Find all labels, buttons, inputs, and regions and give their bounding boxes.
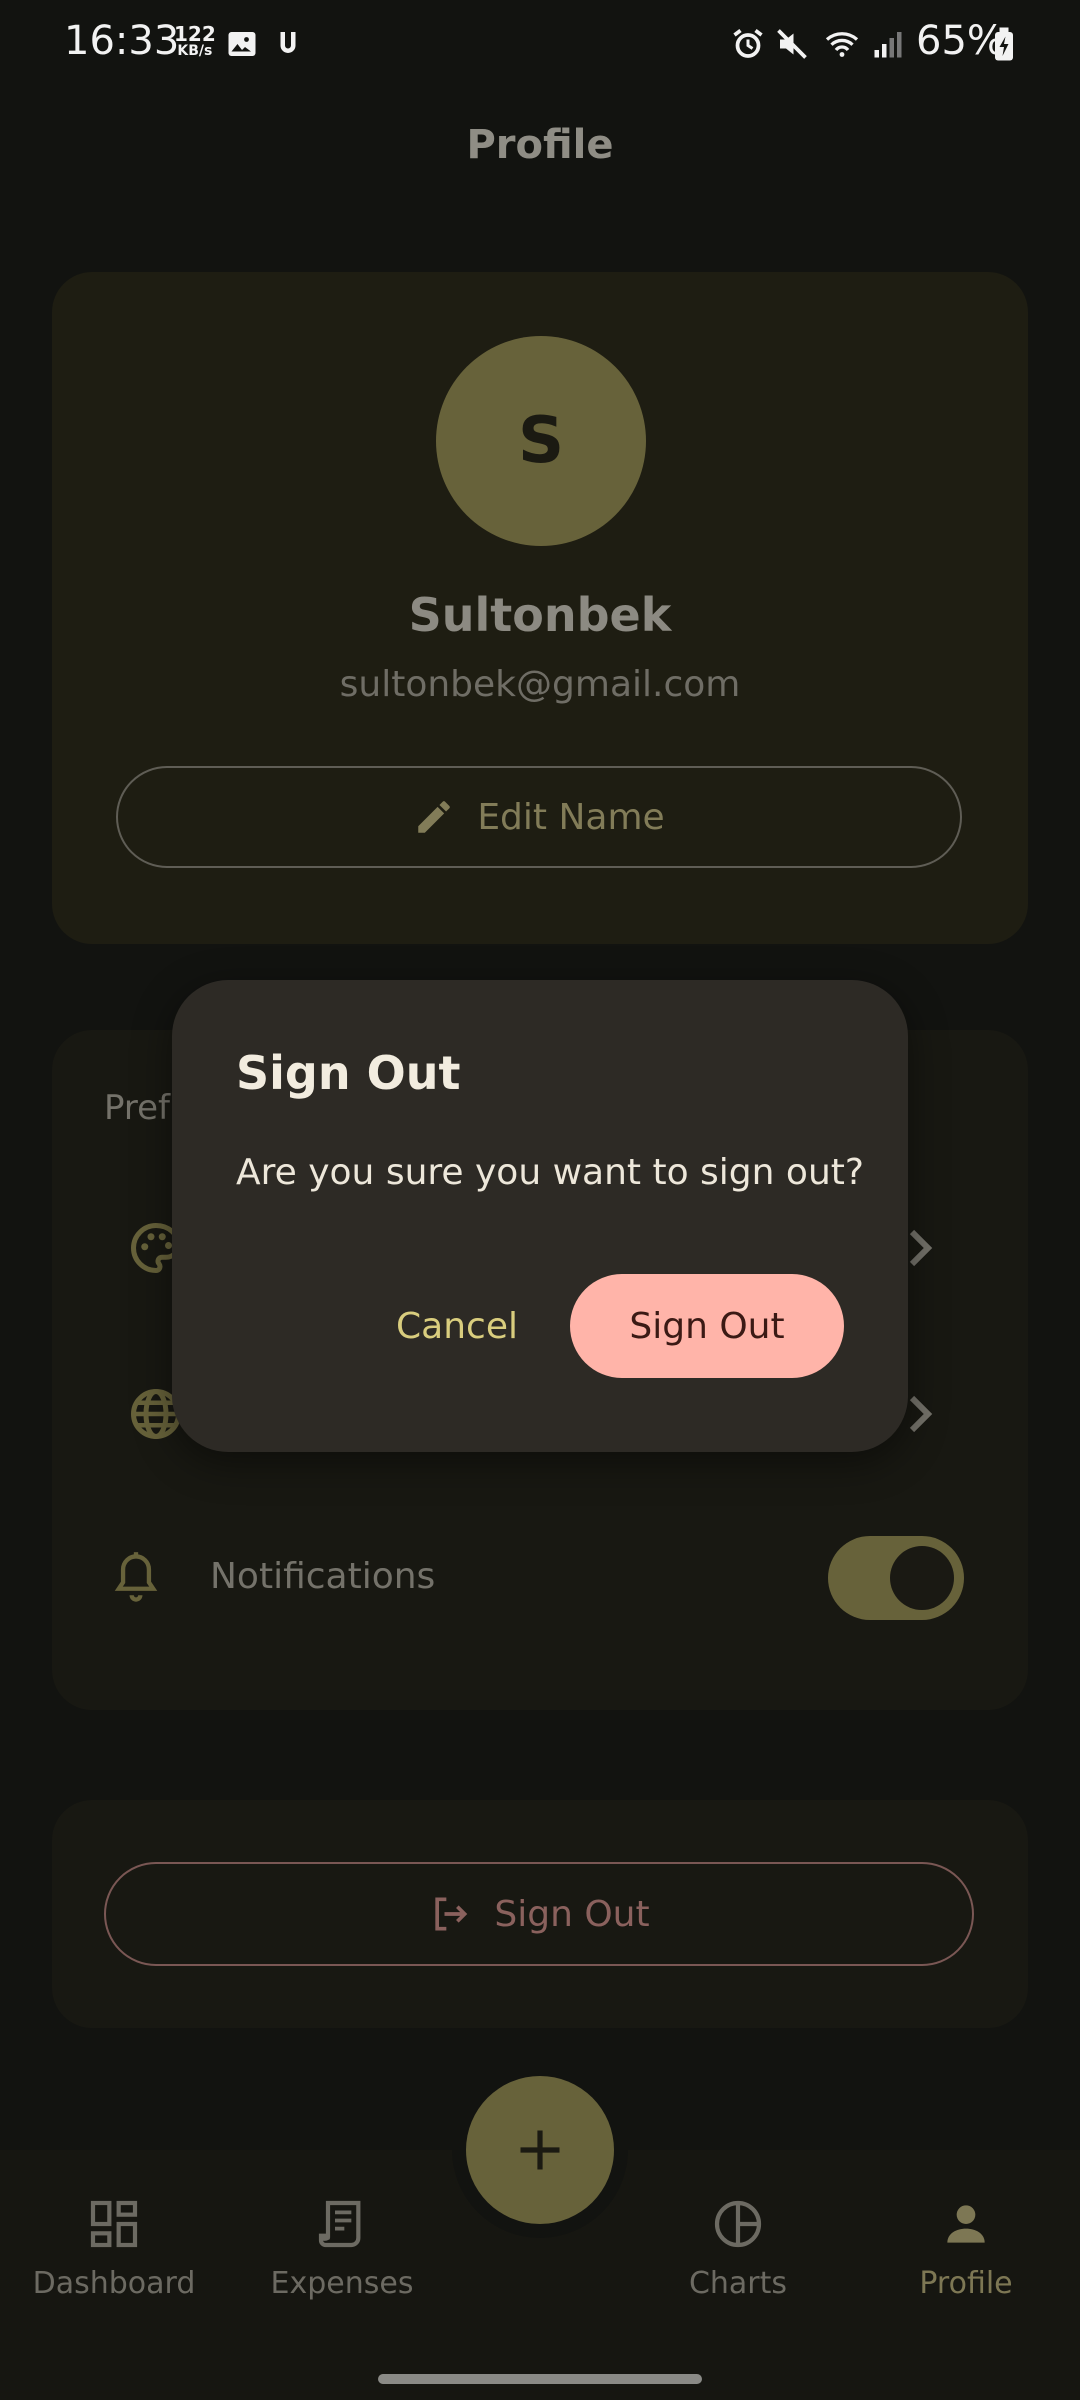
confirm-sign-out-button[interactable]: Sign Out — [570, 1274, 844, 1378]
dialog-title: Sign Out — [236, 1046, 461, 1100]
dialog-message: Are you sure you want to sign out? — [236, 1152, 864, 1193]
cancel-button[interactable]: Cancel — [372, 1274, 542, 1378]
